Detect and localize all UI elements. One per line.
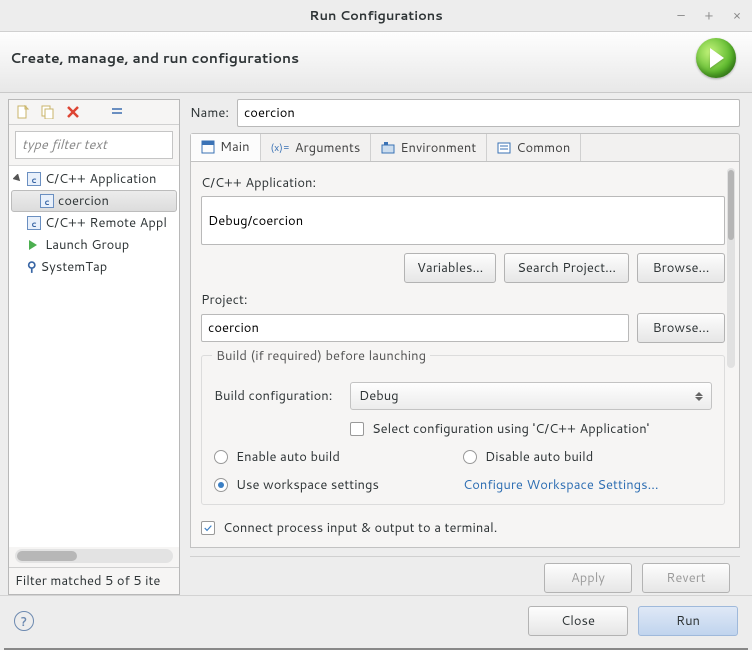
tab-environment[interactable]: Environment <box>371 134 487 161</box>
systemtap-icon: ⚲ <box>27 258 37 276</box>
build-config-label: Build configuration: <box>214 387 342 405</box>
use-workspace-radio[interactable] <box>214 478 228 492</box>
name-label: Name: <box>190 104 229 122</box>
tab-main[interactable]: Main <box>191 134 261 162</box>
tab-label: Common <box>516 139 570 157</box>
browse-project-button[interactable]: Browse... <box>637 313 725 343</box>
left-toolbar <box>9 100 179 125</box>
connect-terminal-label: Connect process input & output to a term… <box>223 519 497 537</box>
project-input[interactable] <box>201 314 629 342</box>
vertical-scrollbar[interactable] <box>727 168 735 368</box>
title-bar: Run Configurations – + × <box>0 0 752 32</box>
tab-common[interactable]: Common <box>487 134 581 161</box>
c-app-icon: c <box>40 194 54 208</box>
tree-label: C/C++ Application <box>45 170 157 188</box>
tree-label: C/C++ Remote Appl <box>45 214 167 232</box>
build-group-title: Build (if required) before launching <box>212 347 430 365</box>
enable-auto-label: Enable auto build <box>236 448 340 466</box>
use-workspace-label: Use workspace settings <box>236 476 379 494</box>
arguments-tab-icon: (x)= <box>271 141 290 155</box>
disable-auto-radio[interactable] <box>463 450 477 464</box>
application-label: C/C++ Application: <box>201 174 725 192</box>
variables-button[interactable]: Variables... <box>404 253 496 283</box>
tab-strip: Main (x)= Arguments Environment Common <box>190 133 740 161</box>
browse-app-button[interactable]: Browse... <box>637 253 725 283</box>
tab-label: Arguments <box>295 139 361 157</box>
tree-item-launch-group[interactable]: Launch Group <box>9 234 179 256</box>
tab-arguments[interactable]: (x)= Arguments <box>261 134 372 161</box>
apply-button[interactable]: Apply <box>544 563 632 593</box>
select-using-app-label: Select configuration using 'C/C++ Applic… <box>372 420 649 438</box>
connect-terminal-checkbox[interactable] <box>201 521 215 535</box>
common-tab-icon <box>497 141 511 155</box>
revert-button[interactable]: Revert <box>642 563 730 593</box>
launch-group-icon <box>27 238 41 252</box>
filter-match-status: Filter matched 5 of 5 ite <box>9 567 179 594</box>
expand-icon[interactable] <box>13 174 23 184</box>
application-input[interactable] <box>201 196 725 245</box>
apply-revert-bar: Apply Revert <box>190 556 740 595</box>
tree-item-cpp-remote[interactable]: c C/C++ Remote Appl <box>9 212 179 234</box>
project-label: Project: <box>201 291 725 309</box>
dialog-footer: ? Close Run <box>0 595 752 648</box>
run-button[interactable]: Run <box>638 606 738 636</box>
build-config-value: Debug <box>359 387 399 405</box>
main-tab-icon <box>201 140 215 154</box>
run-large-icon <box>696 38 736 78</box>
config-details: Name: Main (x)= Arguments Environment Co… <box>186 99 744 595</box>
maximize-icon[interactable]: + <box>702 9 716 23</box>
tree-item-systemtap[interactable]: ⚲ SystemTap <box>9 256 179 278</box>
build-group: Build (if required) before launching Bui… <box>201 355 725 505</box>
c-app-icon: c <box>27 216 41 230</box>
duplicate-config-icon[interactable] <box>40 104 56 120</box>
header-text: Create, manage, and run configurations <box>10 48 299 68</box>
select-using-app-checkbox[interactable] <box>350 422 364 436</box>
build-config-select[interactable]: Debug <box>350 382 712 410</box>
filter-text-input[interactable]: type filter text <box>15 131 173 159</box>
close-button[interactable]: Close <box>528 606 628 636</box>
help-icon[interactable]: ? <box>14 611 34 631</box>
window-title: Run Configurations <box>309 7 442 25</box>
configure-workspace-link[interactable]: Configure Workspace Settings... <box>463 476 658 494</box>
environment-tab-icon <box>381 141 395 155</box>
tab-main-body: C/C++ Application: Variables... Search P… <box>190 161 740 548</box>
delete-config-icon[interactable] <box>65 104 81 120</box>
close-window-icon[interactable]: × <box>730 9 744 23</box>
enable-auto-radio[interactable] <box>214 450 228 464</box>
horizontal-scrollbar[interactable] <box>15 549 173 563</box>
search-project-button[interactable]: Search Project... <box>504 253 629 283</box>
config-tree[interactable]: c C/C++ Application c coercion c C/C++ R… <box>9 165 179 547</box>
tab-label: Environment <box>400 139 476 157</box>
collapse-all-icon[interactable] <box>109 104 125 120</box>
dialog-header: Create, manage, and run configurations <box>0 32 752 93</box>
tree-item-cpp-application[interactable]: c C/C++ Application <box>9 168 179 190</box>
configurations-panel: type filter text c C/C++ Application c c… <box>8 99 180 595</box>
c-app-icon: c <box>27 172 41 186</box>
tree-label: coercion <box>58 192 109 210</box>
tab-label: Main <box>220 138 250 156</box>
disable-auto-label: Disable auto build <box>485 448 593 466</box>
tree-label: SystemTap <box>41 258 108 276</box>
tree-label: Launch Group <box>45 236 129 254</box>
tree-item-coercion[interactable]: c coercion <box>11 190 177 212</box>
name-input[interactable] <box>237 99 740 127</box>
minimize-icon[interactable]: – <box>674 9 688 23</box>
dropdown-icon <box>695 392 703 401</box>
new-config-icon[interactable] <box>15 104 31 120</box>
